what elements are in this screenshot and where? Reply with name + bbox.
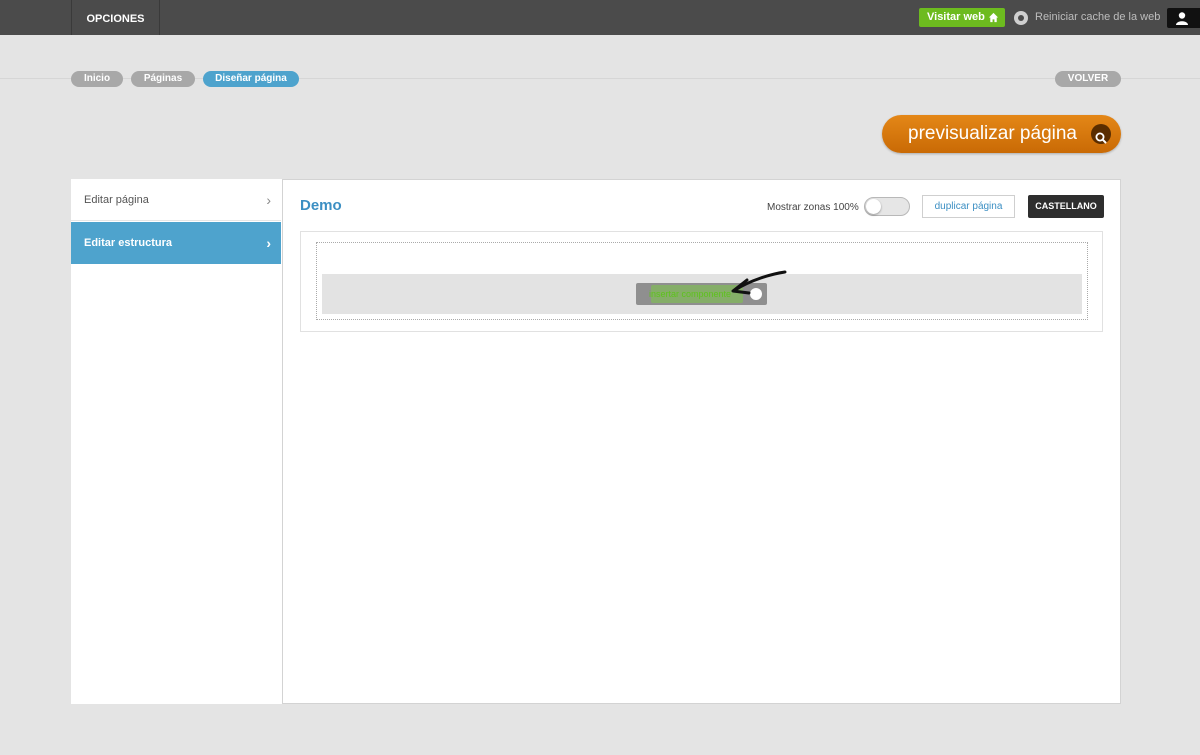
preview-page-label: previsualizar página bbox=[908, 123, 1077, 144]
back-button[interactable]: VOLVER bbox=[1055, 71, 1121, 87]
reset-cache-link[interactable]: Reiniciar cache de la web bbox=[1035, 11, 1160, 23]
search-icon bbox=[1091, 124, 1111, 144]
sidebar-item-edit-structure[interactable]: Editar estructura › bbox=[71, 222, 281, 264]
zone-row: insertar componente bbox=[322, 274, 1082, 314]
page-zone: insertar componente bbox=[316, 242, 1088, 320]
show-zones-toggle[interactable] bbox=[864, 197, 910, 216]
structure-container: insertar componente bbox=[300, 231, 1103, 332]
breadcrumb-pages[interactable]: Páginas bbox=[131, 71, 195, 87]
chevron-right-icon: › bbox=[266, 235, 271, 251]
sidebar-item-edit-page[interactable]: Editar página › bbox=[71, 179, 281, 221]
chevron-right-icon: › bbox=[266, 192, 271, 208]
home-icon bbox=[988, 12, 999, 23]
sidebar-item-label: Editar estructura bbox=[84, 237, 173, 249]
visit-web-label: Visitar web bbox=[927, 11, 985, 23]
user-menu-button[interactable] bbox=[1167, 8, 1200, 28]
user-icon bbox=[1176, 12, 1188, 25]
show-zones-label: Mostrar zonas 100% bbox=[767, 202, 859, 213]
refresh-icon[interactable] bbox=[1014, 11, 1028, 25]
visit-web-button[interactable]: Visitar web bbox=[919, 8, 1005, 27]
sidebar-item-label: Editar página bbox=[84, 194, 149, 206]
options-tab[interactable]: OPCIONES bbox=[71, 0, 160, 35]
pointer-arrow-icon bbox=[731, 270, 787, 295]
top-bar: OPCIONES Visitar web Reiniciar cache de … bbox=[0, 0, 1200, 35]
breadcrumb-design-page[interactable]: Diseñar página bbox=[203, 71, 299, 87]
main-panel: Demo Mostrar zonas 100% duplicar página … bbox=[282, 179, 1121, 704]
toggle-knob bbox=[866, 199, 881, 214]
sidebar: Editar página › Editar estructura › bbox=[71, 179, 282, 704]
preview-page-button[interactable]: previsualizar página bbox=[882, 115, 1121, 153]
duplicate-page-button[interactable]: duplicar página bbox=[922, 195, 1015, 218]
page-title: Demo bbox=[300, 197, 342, 214]
insert-component-label: insertar componente bbox=[649, 289, 732, 299]
breadcrumb-home[interactable]: Inicio bbox=[71, 71, 123, 87]
language-button[interactable]: CASTELLANO bbox=[1028, 195, 1104, 218]
